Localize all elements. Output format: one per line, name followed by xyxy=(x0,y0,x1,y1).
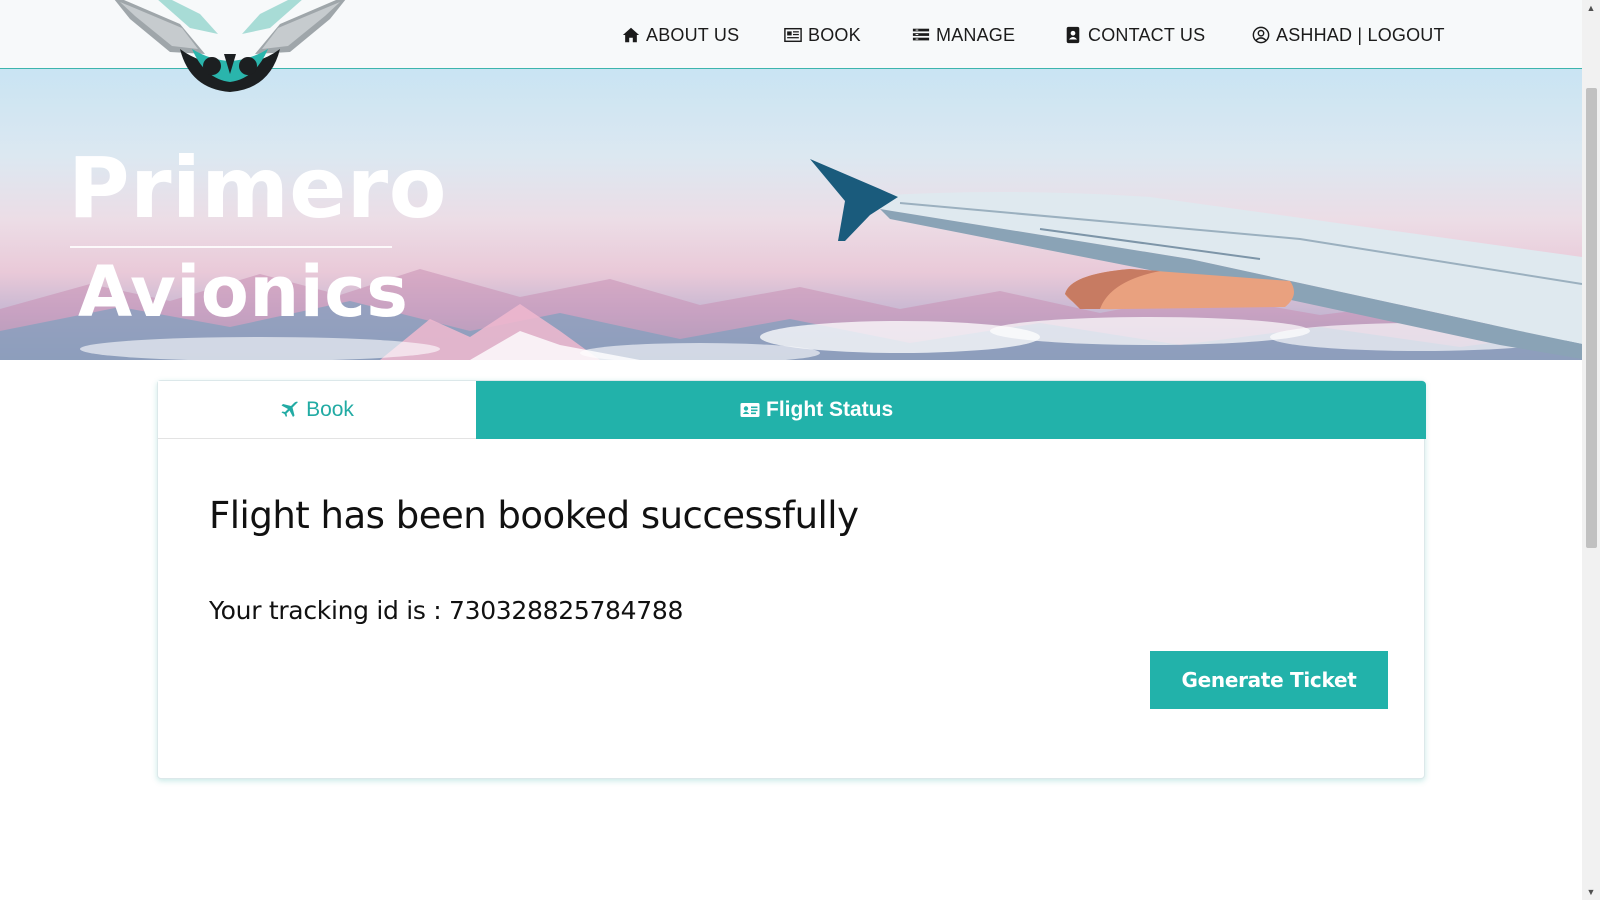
generate-ticket-button[interactable]: Generate Ticket xyxy=(1150,651,1388,709)
nav-about-label: ABOUT US xyxy=(646,24,740,45)
nav-manage-label: MANAGE xyxy=(936,24,1016,45)
hero-banner: Primero Avionics xyxy=(0,69,1582,360)
brand-title-avionics: Avionics xyxy=(78,251,409,333)
nav-manage[interactable]: MANAGE xyxy=(912,22,1015,48)
nav-book[interactable]: BOOK xyxy=(784,22,861,48)
nav-contact-label: CONTACT US xyxy=(1088,24,1206,45)
list-icon xyxy=(912,28,930,41)
home-icon xyxy=(622,27,640,43)
nav-about-us[interactable]: ABOUT US xyxy=(622,22,739,48)
tab-book-label: Book xyxy=(306,397,354,421)
tab-book[interactable]: Book xyxy=(158,381,476,439)
user-circle-icon xyxy=(1252,26,1270,44)
booking-success-title: Flight has been booked successfully xyxy=(209,494,859,537)
plane-icon xyxy=(281,401,299,417)
scrollbar-thumb[interactable] xyxy=(1586,88,1597,548)
nav-user-label: ASHHAD | LOGOUT xyxy=(1276,24,1445,45)
contact-card-icon xyxy=(1066,26,1080,44)
brand-logo[interactable] xyxy=(110,0,350,94)
scroll-down-arrow-icon[interactable]: ▼ xyxy=(1582,884,1600,900)
brand-title-primero: Primero xyxy=(68,139,447,237)
tracking-id-text: Your tracking id is : 730328825784788 xyxy=(209,596,684,625)
card-tabs: Book Flight Status xyxy=(158,381,1426,439)
id-card-icon xyxy=(740,403,760,417)
tab-flight-status[interactable]: Flight Status xyxy=(476,381,1426,439)
tab-flight-status-content: Flight Status xyxy=(740,398,893,422)
booking-confirmation-card: Book Flight Status Flight has been booke… xyxy=(157,380,1426,779)
scroll-up-arrow-icon[interactable]: ▲ xyxy=(1582,0,1600,16)
page-scrollbar[interactable]: ▲ ▼ xyxy=(1582,0,1600,900)
tab-flight-status-label: Flight Status xyxy=(766,398,894,421)
newspaper-icon xyxy=(784,27,802,43)
nav-book-label: BOOK xyxy=(808,24,861,45)
nav-contact-us[interactable]: CONTACT US xyxy=(1064,22,1205,48)
brand-divider xyxy=(70,246,392,248)
nav-user-logout[interactable]: ASHHAD | LOGOUT xyxy=(1252,22,1445,48)
